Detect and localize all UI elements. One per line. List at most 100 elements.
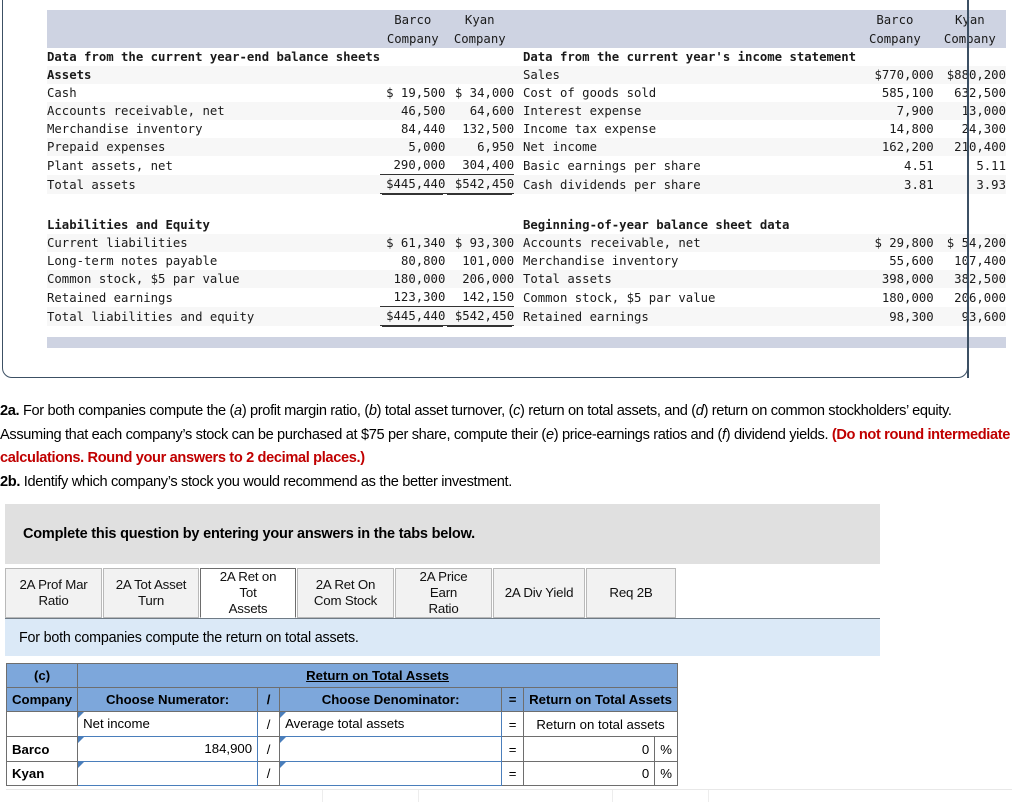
header-kyan-right-2: Company xyxy=(933,29,1006,48)
tab-2a-ret-on-tot-assets[interactable]: 2A Ret on Tot Assets xyxy=(200,568,296,618)
panel-right-border-line xyxy=(967,0,969,378)
barco-numerator-input[interactable]: 184,900 xyxy=(77,736,259,762)
income-row-label-2: Interest expense xyxy=(522,102,857,120)
table-row: Merchandise inventory 84,440 132,500 Inc… xyxy=(47,120,1006,138)
table-row: Long-term notes payable 80,800 101,000 M… xyxy=(47,252,1006,270)
tab-2a-ret-on-com-stock[interactable]: 2A Ret On Com Stock xyxy=(297,568,394,618)
italic-e: e xyxy=(545,426,554,443)
complete-question-banner-text: Complete this question by entering your … xyxy=(23,526,475,542)
question-2a-part2: ) profit margin ratio, ( xyxy=(241,403,369,419)
asset-row-kyan-2: 132,500 xyxy=(462,122,515,136)
tab-label-line1: 2A Price Earn xyxy=(419,569,468,600)
tab-label-line2: Ratio xyxy=(38,593,69,608)
income-row-label-4: Net income xyxy=(522,138,857,156)
formula-denominator-select[interactable]: Average total assets xyxy=(279,711,503,737)
tab-label-line1: 2A Prof Mar xyxy=(19,577,88,592)
italic-d: d xyxy=(695,403,704,419)
kyan-numerator-value xyxy=(78,762,257,785)
header-kyan-left-1: Kyan xyxy=(445,10,515,29)
income-row-label-1: Cost of goods sold xyxy=(522,86,657,100)
question-2b-text: Identify which company’s stock you would… xyxy=(20,473,513,490)
asset-row-barco-0: $ 19,500 xyxy=(386,86,446,100)
barco-denominator-input[interactable] xyxy=(279,736,503,762)
asset-row-kyan-3: 6,950 xyxy=(445,138,515,156)
liab-row-label-2: Common stock, $5 par value xyxy=(47,270,381,288)
liab-row-label-3: Retained earnings xyxy=(47,290,173,305)
question-2a-part7: ) dividend yields. xyxy=(725,426,832,443)
income-row-barco-4: 162,200 xyxy=(856,138,934,156)
header-denominator: Choose Denominator: xyxy=(279,687,503,712)
financial-data-table: Barco Kyan Barco Kyan Company Company Co… xyxy=(47,10,1006,348)
liab-row-barco-3: 123,300 xyxy=(380,288,446,307)
table-row: Assets Sales $770,000 $880,200 xyxy=(47,66,1006,84)
dropdown-corner-marker-icon xyxy=(78,762,85,768)
begin-row-kyan-1: 107,400 xyxy=(954,254,1006,268)
begin-row-kyan-4: 93,600 xyxy=(933,306,1006,326)
tab-label-line2: Assets xyxy=(228,601,268,616)
tab-label-line1: 2A Div Yield xyxy=(504,585,574,600)
page-bottom-partial-row xyxy=(6,789,1012,802)
assets-total-kyan: $542,450 xyxy=(445,174,515,194)
tab-req-2b[interactable]: Req 2B xyxy=(586,568,676,618)
tab-2a-price-earn-ratio[interactable]: 2A Price Earn Ratio xyxy=(395,568,492,618)
income-row-label-0: Sales xyxy=(522,66,857,84)
question-2a-part4: ) return on total assets, and ( xyxy=(520,403,696,419)
table-row: Plant assets, net 290,000 304,400 Basic … xyxy=(47,156,1006,175)
begin-row-label-2: Total assets xyxy=(522,270,857,288)
header-kyan-left-2: Company xyxy=(445,29,515,48)
header-barco-right-1: Barco xyxy=(856,10,934,29)
table-spacer-row-2 xyxy=(47,205,1006,216)
tab-label-line1: Req 2B xyxy=(609,585,653,600)
income-row-barco-3: 14,800 xyxy=(889,122,934,136)
formula-numerator-select[interactable]: Net income xyxy=(77,711,259,737)
asset-row-barco-1: 46,500 xyxy=(380,102,446,120)
liab-row-kyan-1: 101,000 xyxy=(462,254,515,268)
begin-row-barco-3: 180,000 xyxy=(881,290,934,305)
asset-row-barco-4: 290,000 xyxy=(380,156,446,175)
begin-row-label-4: Retained earnings xyxy=(522,306,857,326)
assets-subtitle: Assets xyxy=(47,66,381,84)
begin-row-barco-0: $ 29,800 xyxy=(856,234,934,252)
right-section-title: Data from the current year's income stat… xyxy=(522,50,857,64)
barco-percent-sign: % xyxy=(654,736,678,762)
italic-c: c xyxy=(513,403,521,419)
assets-total-label: Total assets xyxy=(47,174,381,194)
tab-2a-prof-mar-ratio[interactable]: 2A Prof Mar Ratio xyxy=(5,568,102,618)
income-row-barco-6: 3.81 xyxy=(856,174,934,194)
table-row: Current liabilities $ 61,340 $ 93,300 Ac… xyxy=(47,234,1006,252)
liab-total-kyan: $542,450 xyxy=(445,306,515,326)
begin-row-barco-4: 98,300 xyxy=(856,306,934,326)
tab-label-line1: 2A Ret On xyxy=(315,577,376,592)
barco-equals: = xyxy=(501,736,525,762)
table-spacer-row-3 xyxy=(47,326,1006,338)
table-row: Total assets $445,440 $542,450 Cash divi… xyxy=(47,174,1006,194)
tab-2a-tot-asset-turn[interactable]: 2A Tot Asset Turn xyxy=(103,568,199,618)
kyan-numerator-input[interactable] xyxy=(77,761,259,786)
assets-total-barco: $445,440 xyxy=(380,174,446,194)
liab-row-label-0: Current liabilities xyxy=(47,234,381,252)
kyan-denominator-input[interactable] xyxy=(279,761,503,786)
formula-numerator-value: Net income xyxy=(83,716,150,731)
table-row: Kyan / = 0 % xyxy=(5,761,678,786)
table-header-row-2: Company Company Company Company xyxy=(47,29,1006,48)
tab-2a-div-yield[interactable]: 2A Div Yield xyxy=(493,568,585,618)
income-row-label-5: Basic earnings per share xyxy=(522,158,701,173)
left-section-title: Data from the current year-end balance s… xyxy=(47,50,381,64)
complete-question-banner: Complete this question by entering your … xyxy=(5,504,880,564)
begin-row-kyan-0: $ 54,200 xyxy=(933,234,1006,252)
liab-row-label-1: Long-term notes payable xyxy=(47,254,218,268)
dropdown-corner-marker-icon xyxy=(280,737,287,743)
income-row-barco-2: 7,900 xyxy=(856,102,934,120)
answer-entry-table: (c) Return on Total Assets Company Choos… xyxy=(5,663,678,786)
liab-row-kyan-3: 142,150 xyxy=(445,288,515,307)
begin-row-barco-2: 398,000 xyxy=(856,270,934,288)
income-row-kyan-1: 632,500 xyxy=(954,86,1006,100)
asset-row-label-0: Cash xyxy=(47,86,77,100)
kyan-result-value: 0 xyxy=(523,761,656,786)
liab-total-label: Total liabilities and equity xyxy=(47,306,381,326)
liabilities-subtitle: Liabilities and Equity xyxy=(47,218,210,232)
asset-row-label-4: Plant assets, net xyxy=(47,158,173,173)
italic-a: a xyxy=(234,403,242,419)
table-row: Common stock, $5 par value 180,000 206,0… xyxy=(47,270,1006,288)
table-footer-band xyxy=(47,337,1006,348)
